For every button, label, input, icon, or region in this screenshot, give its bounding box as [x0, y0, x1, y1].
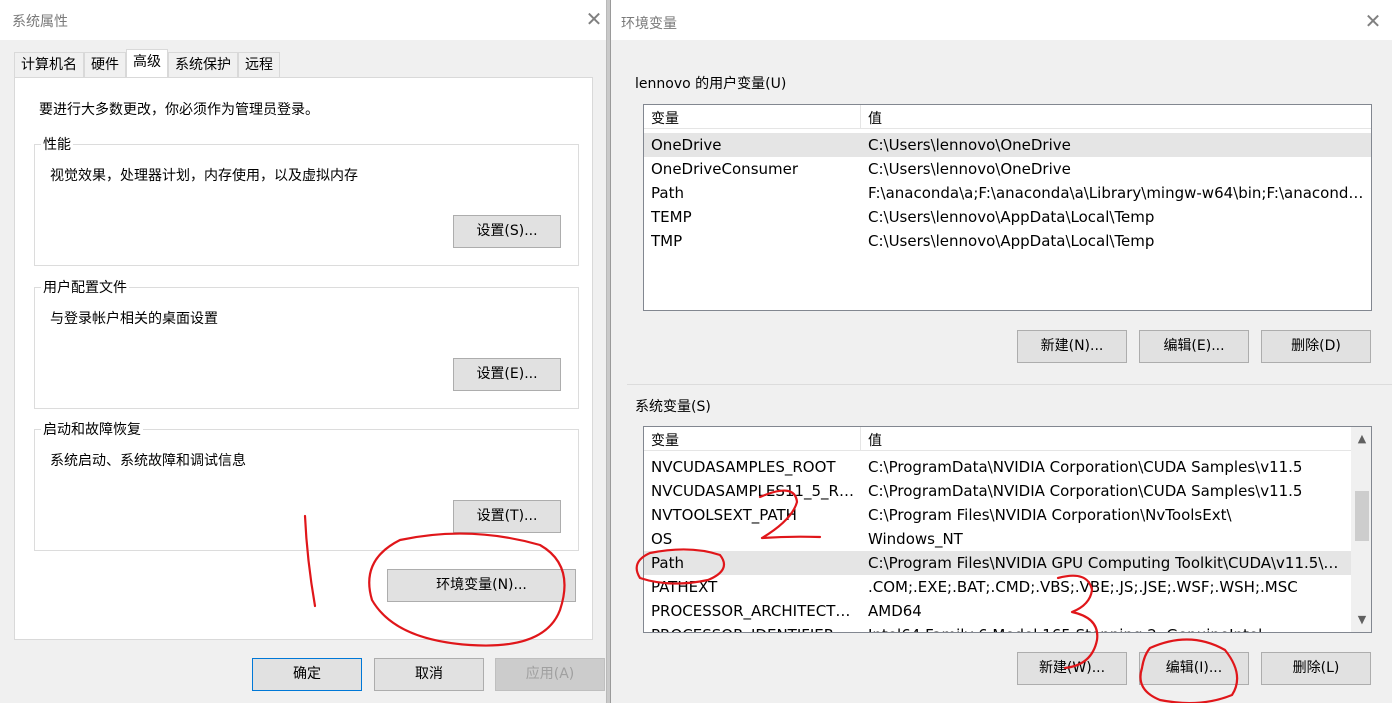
variable-name: OS [651, 530, 673, 548]
list-item[interactable]: NVTOOLSEXT_PATH C:\Program Files\NVIDIA … [644, 503, 1351, 527]
environment-variables-dialog: 环境变量 ✕ lennovo 的用户变量(U) 变量 值 OneDrive C:… [610, 0, 1392, 703]
column-header-variable[interactable]: 变量 [651, 108, 679, 128]
user-variables-label: lennovo 的用户变量(U) [635, 76, 787, 92]
performance-group: 性能 视觉效果，处理器计划，内存使用，以及虚拟内存 设置(S)... [34, 134, 579, 266]
list-item[interactable]: OS Windows_NT [644, 527, 1351, 551]
startup-recovery-label: 启动和故障恢复 [41, 419, 143, 439]
startup-recovery-desc: 系统启动、系统故障和调试信息 [50, 453, 246, 469]
list-header: 变量 值 [644, 105, 1371, 129]
advanced-tab-page: 要进行大多数更改，你必须作为管理员登录。 性能 视觉效果，处理器计划，内存使用，… [14, 77, 593, 640]
variable-value: .COM;.EXE;.BAT;.CMD;.VBS;.VBE;.JS;.JSE;.… [868, 578, 1298, 596]
list-item[interactable]: NVCUDASAMPLES_ROOT C:\ProgramData\NVIDIA… [644, 455, 1351, 479]
tab-system-protection[interactable]: 系统保护 [168, 52, 238, 78]
environment-variables-button[interactable]: 环境变量(N)... [387, 569, 576, 602]
performance-settings-button[interactable]: 设置(S)... [453, 215, 561, 248]
dialog-title: 系统属性 [12, 14, 68, 30]
variable-name: Path [651, 554, 684, 572]
list-item-path-selected[interactable]: Path C:\Program Files\NVIDIA GPU Computi… [644, 551, 1351, 575]
variable-value: C:\Program Files\NVIDIA GPU Computing To… [868, 554, 1345, 572]
section-divider [627, 384, 1392, 385]
vertical-scrollbar[interactable]: ▲ ▼ [1351, 427, 1371, 632]
variable-name: PROCESSOR_ARCHITECTURE [651, 602, 861, 620]
user-delete-button[interactable]: 删除(D) [1261, 330, 1371, 363]
startup-recovery-group: 启动和故障恢复 系统启动、系统故障和调试信息 设置(T)... [34, 419, 579, 551]
system-new-button[interactable]: 新建(W)... [1017, 652, 1127, 685]
tab-advanced[interactable]: 高级 [126, 49, 168, 77]
title-bar: 环境变量 ✕ [611, 0, 1392, 40]
list-item[interactable]: TEMP C:\Users\lennovo\AppData\Local\Temp [644, 205, 1371, 229]
variable-value: C:\Users\lennovo\OneDrive [868, 136, 1071, 154]
list-item[interactable]: Path F:\anaconda\a;F:\anaconda\a\Library… [644, 181, 1371, 205]
list-item[interactable]: OneDriveConsumer C:\Users\lennovo\OneDri… [644, 157, 1371, 181]
title-bar: 系统属性 ✕ [0, 0, 606, 40]
apply-button[interactable]: 应用(A) [495, 658, 605, 691]
variable-value: F:\anaconda\a;F:\anaconda\a\Library\ming… [868, 184, 1365, 202]
variable-name: OneDrive [651, 136, 722, 154]
list-item[interactable]: OneDrive C:\Users\lennovo\OneDrive [644, 133, 1371, 157]
user-new-button[interactable]: 新建(N)... [1017, 330, 1127, 363]
variable-name: NVCUDASAMPLES11_5_RO... [651, 482, 861, 500]
scroll-thumb[interactable] [1355, 491, 1369, 541]
column-header-variable[interactable]: 变量 [651, 430, 679, 450]
performance-label: 性能 [41, 134, 73, 154]
variable-name: TEMP [651, 208, 692, 226]
system-delete-button[interactable]: 删除(L) [1261, 652, 1371, 685]
list-item[interactable]: TMP C:\Users\lennovo\AppData\Local\Temp [644, 229, 1371, 253]
variable-value: C:\Users\lennovo\OneDrive [868, 160, 1071, 178]
variable-name: TMP [651, 232, 683, 250]
startup-settings-button[interactable]: 设置(T)... [453, 500, 561, 533]
variable-value: Intel64 Family 6 Model 165 Stepping 2, G… [868, 623, 1345, 632]
variable-name: PROCESSOR_IDENTIFIER [651, 623, 861, 632]
list-item[interactable]: NVCUDASAMPLES11_5_RO... C:\ProgramData\N… [644, 479, 1351, 503]
variable-value: Windows_NT [868, 530, 963, 548]
ok-button[interactable]: 确定 [252, 658, 362, 691]
variable-name: NVCUDASAMPLES_ROOT [651, 458, 836, 476]
tab-hardware[interactable]: 硬件 [84, 52, 126, 78]
close-icon[interactable]: ✕ [582, 8, 606, 32]
list-item[interactable]: PATHEXT .COM;.EXE;.BAT;.CMD;.VBS;.VBE;.J… [644, 575, 1351, 599]
close-icon[interactable]: ✕ [1361, 10, 1385, 34]
column-header-value[interactable]: 值 [868, 430, 882, 450]
variable-value: C:\ProgramData\NVIDIA Corporation\CUDA S… [868, 482, 1303, 500]
variable-name: Path [651, 184, 684, 202]
variable-value: C:\Users\lennovo\AppData\Local\Temp [868, 232, 1155, 250]
variable-name: OneDriveConsumer [651, 160, 799, 178]
variable-value: C:\Program Files\NVIDIA Corporation\NvTo… [868, 506, 1232, 524]
system-variables-label: 系统变量(S) [635, 399, 711, 415]
variable-name: PATHEXT [651, 578, 718, 596]
system-edit-button[interactable]: 编辑(I)... [1139, 652, 1249, 685]
column-header-value[interactable]: 值 [868, 108, 882, 128]
list-item[interactable]: PROCESSOR_IDENTIFIER Intel64 Family 6 Mo… [644, 623, 1351, 632]
performance-desc: 视觉效果，处理器计划，内存使用，以及虚拟内存 [50, 168, 358, 184]
user-edit-button[interactable]: 编辑(E)... [1139, 330, 1249, 363]
column-divider[interactable] [860, 427, 861, 451]
list-header: 变量 值 [644, 427, 1351, 451]
dialog-title: 环境变量 [621, 16, 677, 32]
user-profile-label: 用户配置文件 [41, 277, 129, 297]
column-divider[interactable] [860, 105, 861, 129]
user-profile-group: 用户配置文件 与登录帐户相关的桌面设置 设置(E)... [34, 277, 579, 409]
user-profile-desc: 与登录帐户相关的桌面设置 [50, 311, 218, 327]
user-profile-settings-button[interactable]: 设置(E)... [453, 358, 561, 391]
scroll-down-arrow-icon[interactable]: ▼ [1352, 610, 1371, 630]
cancel-button[interactable]: 取消 [374, 658, 484, 691]
scroll-up-arrow-icon[interactable]: ▲ [1352, 429, 1371, 449]
list-item[interactable]: PROCESSOR_ARCHITECTURE AMD64 [644, 599, 1351, 623]
variable-value: C:\Users\lennovo\AppData\Local\Temp [868, 208, 1155, 226]
system-properties-dialog: 系统属性 ✕ 计算机名 硬件 高级 系统保护 远程 要进行大多数更改，你必须作为… [0, 0, 607, 703]
user-variables-list[interactable]: 变量 值 OneDrive C:\Users\lennovo\OneDrive … [643, 104, 1372, 311]
tab-remote[interactable]: 远程 [238, 52, 280, 78]
tab-computer-name[interactable]: 计算机名 [14, 52, 84, 78]
variable-value: C:\ProgramData\NVIDIA Corporation\CUDA S… [868, 458, 1303, 476]
variable-value: AMD64 [868, 602, 922, 620]
system-variables-list[interactable]: 变量 值 NVCUDASAMPLES_ROOT C:\ProgramData\N… [643, 426, 1372, 633]
tab-strip: 计算机名 硬件 高级 系统保护 远程 [14, 49, 280, 78]
variable-name: NVTOOLSEXT_PATH [651, 506, 797, 524]
admin-notice: 要进行大多数更改，你必须作为管理员登录。 [39, 102, 319, 118]
